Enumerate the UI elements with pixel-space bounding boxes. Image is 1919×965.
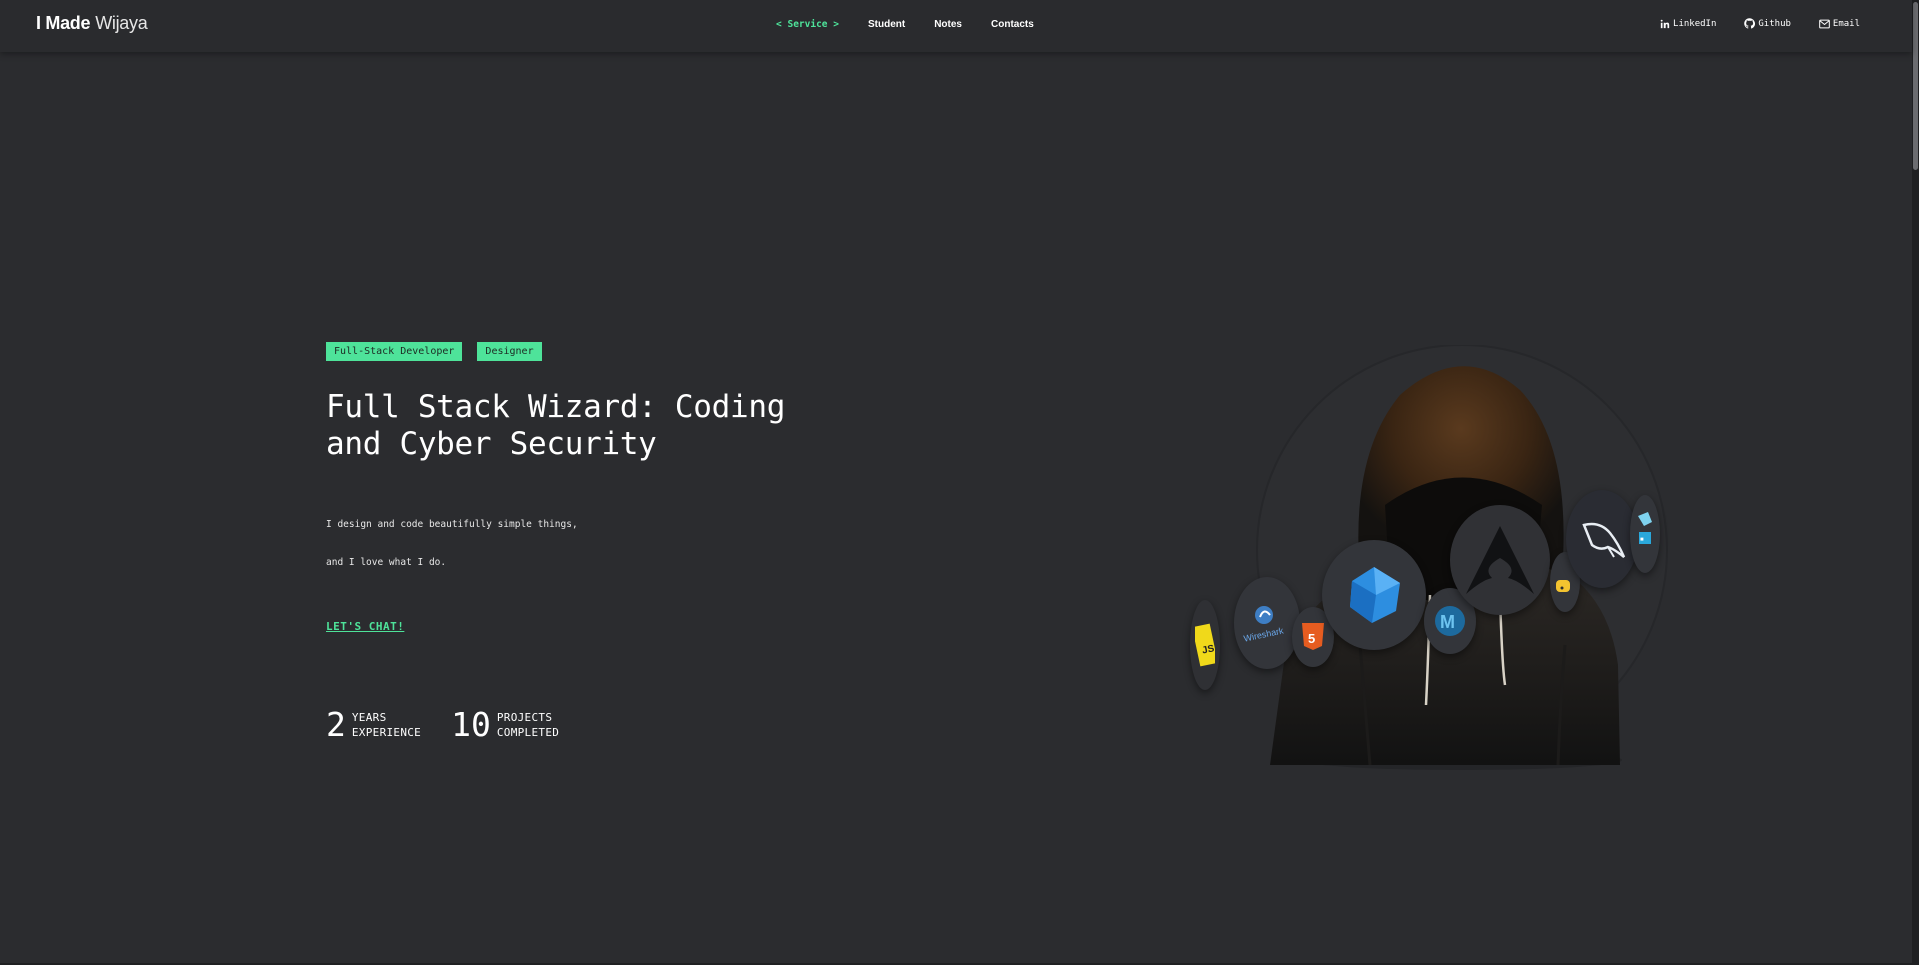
nav-item-service-label: Service <box>787 19 828 30</box>
svg-text:■: ■ <box>1640 537 1644 543</box>
social-links: LinkedIn Github Email <box>1660 18 1860 29</box>
main-nav: < Service > Student Notes Contacts <box>776 19 1063 30</box>
stat-label-line-2: EXPERIENCE <box>351 726 422 739</box>
svg-text:5: 5 <box>1308 631 1315 646</box>
stat-label: PROJECTS COMPLETED <box>497 710 559 740</box>
linkedin-label: LinkedIn <box>1673 18 1717 29</box>
hero-description: I design and code beautifully simple thi… <box>326 496 846 591</box>
linkedin-link[interactable]: LinkedIn <box>1660 18 1716 29</box>
github-label: Github <box>1758 18 1791 29</box>
nav-active-prefix: < <box>776 19 782 30</box>
nav-item-contacts[interactable]: Contacts <box>991 19 1034 30</box>
scrollbar[interactable] <box>1912 0 1919 965</box>
stat-label-line-2: COMPLETED <box>496 726 560 739</box>
github-icon <box>1744 18 1756 29</box>
lets-chat-link[interactable]: LET'S CHAT! <box>326 620 404 633</box>
svg-text:M: M <box>1440 612 1455 632</box>
stat-experience: 2 YEARS EXPERIENCE <box>326 705 421 744</box>
email-link[interactable]: Email <box>1819 18 1860 29</box>
arch-linux-logo-icon <box>1450 505 1550 615</box>
linkedin-icon <box>1660 19 1670 28</box>
hero-title: Full Stack Wizard: Coding and Cyber Secu… <box>326 389 786 462</box>
nav-item-notes[interactable]: Notes <box>934 19 962 30</box>
hero-description-line-2: and I love what I do. <box>326 557 447 568</box>
tag-fullstack: Full-Stack Developer <box>326 342 463 361</box>
stat-label-line-1: PROJECTS <box>496 711 553 724</box>
nav-active-suffix: > <box>833 19 839 30</box>
stat-label-line-1: YEARS <box>351 711 387 724</box>
dart-logo-icon <box>1322 540 1426 650</box>
site-logo[interactable]: I Made Wijaya <box>36 13 148 34</box>
svg-text:Wireshark: Wireshark <box>1243 625 1285 643</box>
logo-last-name: Wijaya <box>95 13 148 33</box>
nav-item-service[interactable]: < Service > <box>776 19 839 30</box>
docker-logo-icon: ■ <box>1630 495 1660 573</box>
stat-label: YEARS EXPERIENCE <box>352 710 421 740</box>
stat-number: 10 <box>451 705 491 744</box>
tag-designer: Designer <box>477 342 542 361</box>
top-navbar: I Made Wijaya < Service > Student Notes C… <box>0 0 1912 52</box>
mysql-logo-icon <box>1566 490 1638 588</box>
logo-first-name: I Made <box>36 13 91 33</box>
javascript-logo-icon: JS <box>1190 600 1220 690</box>
stats-row: 2 YEARS EXPERIENCE 10 PROJECTS COMPLETED <box>326 705 846 744</box>
hero-section: Full-Stack Developer Designer Full Stack… <box>326 342 846 741</box>
hero-illustration: JS Wireshark 5 M ■ <box>1190 345 1690 775</box>
hero-description-line-1: I design and code beautifully simple thi… <box>326 519 578 530</box>
stat-number: 2 <box>326 705 346 744</box>
stat-projects: 10 PROJECTS COMPLETED <box>451 705 559 744</box>
scrollbar-thumb[interactable] <box>1913 2 1918 170</box>
github-link[interactable]: Github <box>1744 18 1791 29</box>
nav-item-student[interactable]: Student <box>868 19 905 30</box>
wireshark-logo-icon: Wireshark <box>1234 577 1300 669</box>
email-label: Email <box>1832 18 1860 29</box>
role-tags: Full-Stack Developer Designer <box>326 342 846 361</box>
email-icon <box>1819 19 1830 28</box>
